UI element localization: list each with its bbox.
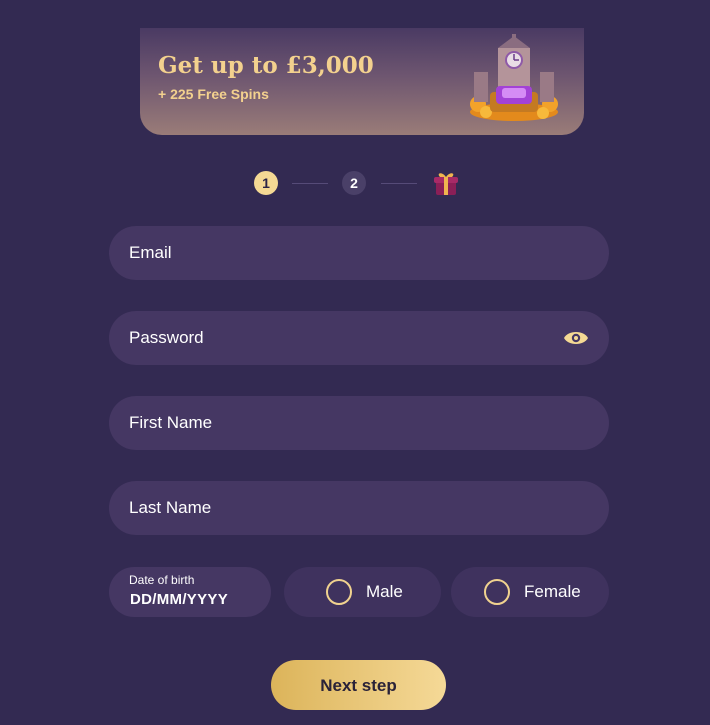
last-name-field[interactable]: Last Name: [109, 481, 609, 535]
gender-male-radio[interactable]: Male: [284, 567, 441, 617]
date-of-birth-field[interactable]: Date of birth DD/MM/YYYY: [109, 567, 271, 617]
password-field[interactable]: Password: [109, 311, 609, 365]
first-name-label: First Name: [129, 413, 213, 432]
last-name-label: Last Name: [129, 498, 212, 517]
promo-banner[interactable]: Get up to £3,000 + 225 Free Spins: [140, 28, 584, 135]
email-field[interactable]: Email: [109, 226, 609, 280]
gift-icon: [434, 173, 458, 195]
registration-stepper: 1 2: [254, 171, 464, 197]
gender-female-radio[interactable]: Female: [451, 567, 609, 617]
stepper-divider: [292, 183, 328, 184]
stepper-divider: [381, 183, 417, 184]
password-label: Password: [129, 328, 204, 347]
gender-female-label: Female: [524, 582, 581, 601]
radio-circle-icon: [326, 579, 352, 605]
email-label: Email: [129, 243, 172, 262]
date-of-birth-placeholder: DD/MM/YYYY: [130, 591, 229, 608]
step-2-indicator: 2: [342, 171, 366, 195]
gender-male-label: Male: [366, 582, 403, 601]
step-1-indicator: 1: [254, 171, 278, 195]
next-step-button[interactable]: Next step: [271, 660, 446, 710]
radio-circle-icon: [484, 579, 510, 605]
first-name-field[interactable]: First Name: [109, 396, 609, 450]
eye-icon[interactable]: [563, 327, 589, 349]
promo-title: Get up to £3,000: [158, 52, 374, 79]
promo-subtitle: + 225 Free Spins: [158, 86, 269, 102]
date-of-birth-label: Date of birth: [129, 573, 195, 587]
clock-tower-illustration-icon: [470, 34, 558, 121]
